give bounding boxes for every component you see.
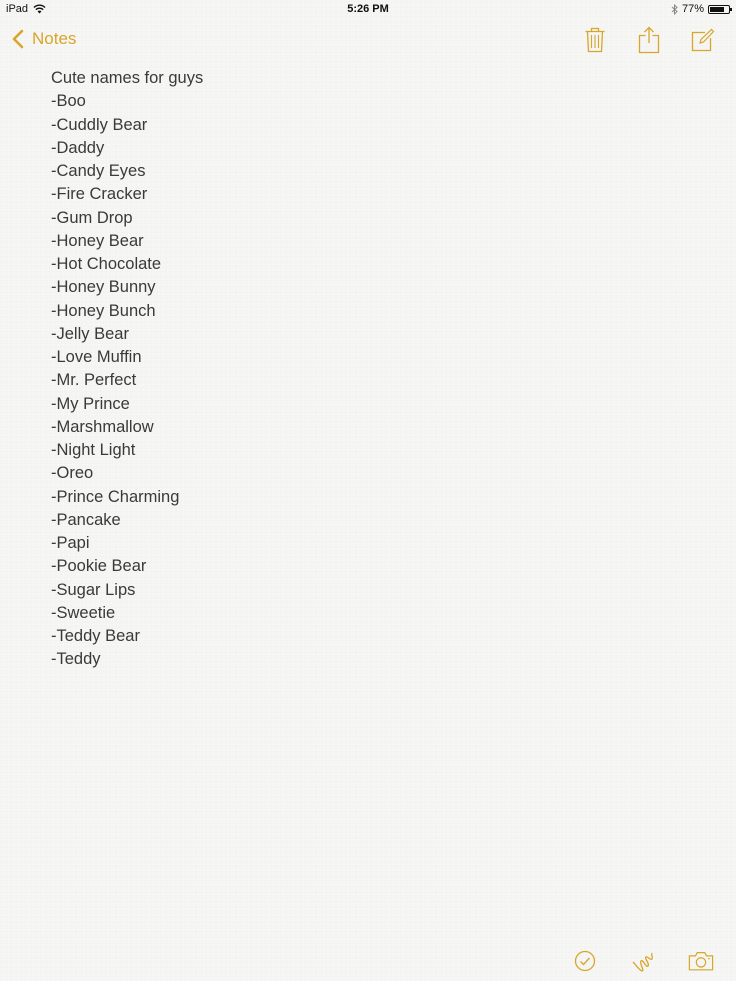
note-line: -Candy Eyes: [51, 162, 146, 180]
note-line: -Marshmallow: [51, 417, 154, 436]
battery-icon: [708, 4, 732, 14]
status-time: 5:26 PM: [347, 3, 389, 15]
note-line: -Honey Bunch: [51, 301, 156, 320]
delete-button[interactable]: [582, 26, 608, 54]
note-line: -Pookie Bear: [51, 557, 147, 576]
note-line: -Fire Cracker: [51, 185, 148, 204]
bluetooth-icon: [671, 3, 678, 15]
nav-bar: Notes: [0, 22, 736, 62]
note-lines: -Boo -Cuddly Bear -Daddy -Candy Eyes -Fire C…: [51, 90, 203, 671]
sketch-icon: [632, 952, 653, 972]
battery-percent: 77%: [681, 3, 704, 15]
share-button[interactable]: [636, 26, 662, 54]
note-line: -Gum Drop: [51, 208, 133, 227]
bottom-toolbar: [572, 947, 714, 975]
note-line: -Sweetie: [51, 603, 116, 622]
compose-icon: [691, 28, 715, 52]
note-line: -Pancake: [51, 510, 121, 529]
note-line: -Love Muffin: [51, 348, 142, 366]
note-line: -Sugar Lips: [51, 580, 136, 599]
note-line: -Daddy: [51, 138, 105, 157]
note-line: -Honey Bear: [51, 231, 144, 250]
sketch-button[interactable]: [630, 947, 656, 975]
note-line: -Papi: [51, 534, 90, 552]
chevron-left-icon: [12, 29, 24, 49]
note-line: -Cuddly Bear: [51, 115, 148, 134]
trash-icon: [585, 27, 605, 53]
back-button[interactable]: Notes: [12, 29, 76, 49]
note-line: -Hot Chocolate: [51, 255, 162, 273]
checklist-icon: [574, 950, 596, 972]
share-icon: [638, 26, 660, 54]
note-line: -Teddy: [51, 650, 101, 669]
compose-button[interactable]: [690, 26, 716, 54]
note-line: -Prince Charming: [51, 487, 180, 506]
checklist-button[interactable]: [572, 947, 598, 975]
note-line: -Night Light: [51, 441, 136, 459]
note-line: -Jelly Bear: [51, 324, 129, 343]
battery-fill: [710, 6, 724, 12]
note-title: Cute names for guys: [51, 69, 204, 87]
status-bar: iPad 5:26 PM 77%: [0, 0, 736, 20]
note-line: -Honey Bunny: [51, 278, 156, 297]
nav-actions: [582, 26, 716, 54]
camera-button[interactable]: [688, 947, 714, 975]
note-body[interactable]: Cute names for guys -Boo -Cuddly Bear -Dad…: [51, 67, 203, 672]
camera-icon: [688, 952, 714, 971]
note-line: -Oreo: [51, 464, 94, 483]
back-label: Notes: [32, 29, 77, 48]
note-line: -My Prince: [51, 394, 130, 413]
status-right: 77%: [671, 3, 732, 15]
note-line: -Mr. Perfect: [51, 371, 137, 390]
note-line: -Teddy Bear: [51, 627, 140, 645]
note-line: -Boo: [51, 92, 86, 111]
